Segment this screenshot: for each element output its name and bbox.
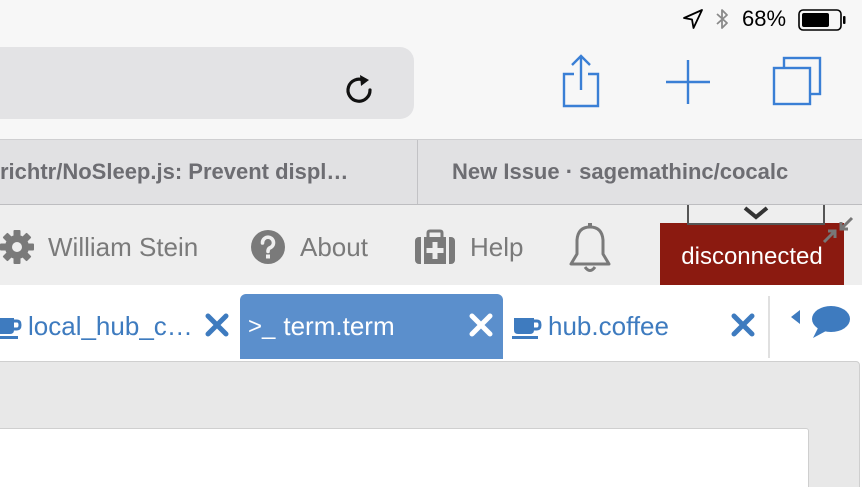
about-label: About	[300, 231, 368, 262]
tab-divider	[768, 296, 770, 358]
file-tab-term[interactable]: >_ term.term	[240, 294, 503, 359]
gear-icon	[0, 230, 34, 264]
file-tab-label: local_hub_c…	[28, 311, 193, 341]
editor-area	[0, 359, 862, 487]
address-bar[interactable]	[0, 47, 414, 119]
chevron-down-icon[interactable]	[742, 205, 770, 221]
terminal-panel	[0, 361, 860, 487]
browser-tab-new-issue[interactable]: New Issue · sagemathinc/cocalc	[417, 140, 862, 204]
help-nav-item[interactable]: Help	[414, 225, 523, 269]
terminal-icon: >_	[248, 312, 276, 340]
coffee-cup-icon	[512, 317, 542, 339]
battery-percent: 68%	[742, 6, 787, 31]
compress-arrows-icon[interactable]	[822, 216, 854, 244]
chat-toggle-icon[interactable]	[788, 304, 852, 344]
file-tab-strip: local_hub_c… >_ term.term hub.coffee	[0, 285, 862, 359]
help-label: Help	[470, 231, 524, 262]
battery-icon	[798, 9, 846, 31]
browser-tab-nosleep[interactable]: richtr/NoSleep.js: Prevent displ…	[0, 140, 416, 204]
bluetooth-icon	[716, 9, 728, 29]
file-tab-label: term.term	[283, 311, 395, 341]
medkit-icon	[415, 229, 455, 264]
close-icon[interactable]	[730, 312, 756, 338]
question-circle-icon	[251, 230, 285, 264]
ios-status-bar: 68%	[0, 0, 862, 40]
user-name-label: William Stein	[48, 231, 199, 262]
file-tab-hub-coffee[interactable]: hub.coffee	[506, 294, 762, 359]
terminal-output[interactable]	[0, 428, 809, 487]
connection-status-badge[interactable]: disconnected	[660, 223, 844, 285]
reload-icon[interactable]	[340, 71, 378, 109]
browser-toolbar	[0, 40, 862, 139]
close-icon[interactable]	[204, 312, 230, 338]
tabs-overview-icon[interactable]	[770, 54, 824, 110]
account-nav-item[interactable]: William Stein	[0, 225, 198, 269]
coffee-cup-icon	[0, 317, 22, 339]
new-tab-plus-icon[interactable]	[664, 58, 712, 106]
location-arrow-icon	[683, 9, 703, 29]
bell-icon[interactable]	[567, 223, 613, 275]
close-icon[interactable]	[468, 312, 494, 338]
browser-tab-strip: richtr/NoSleep.js: Prevent displ… New Is…	[0, 139, 862, 205]
file-tab-label: hub.coffee	[548, 311, 669, 341]
share-icon[interactable]	[558, 52, 604, 110]
file-tab-local-hub[interactable]: local_hub_c…	[0, 294, 232, 359]
about-nav-item[interactable]: About	[250, 225, 368, 269]
